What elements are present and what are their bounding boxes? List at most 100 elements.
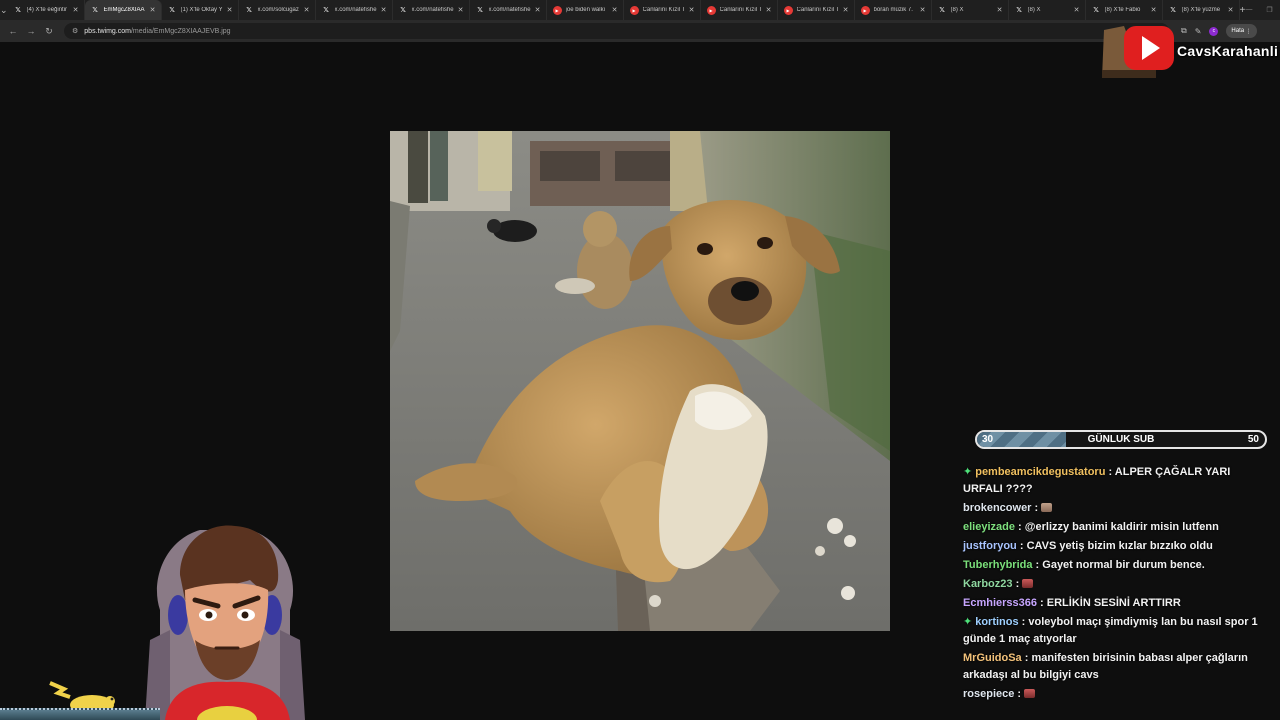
- browser-tab[interactable]: ▶ Canlarını Kızıl T ✕: [701, 0, 778, 20]
- tab-label: joe biden walki: [565, 7, 605, 13]
- chat-username[interactable]: Tuberhybrida: [963, 559, 1032, 571]
- browser-tab[interactable]: 𝕏 (8) X ✕: [932, 0, 1009, 20]
- address-bar[interactable]: ⚙ pbs.twimg.com/media/EmMgcZ8XIAAJEVB.jp…: [64, 23, 1169, 39]
- chat-username[interactable]: rosepiece: [963, 688, 1014, 700]
- chat-message: elieyizade : @erlizzy banimi kaldirir mi…: [963, 521, 1219, 533]
- address-host: pbs.twimg.com: [84, 27, 131, 35]
- reload-icon[interactable]: ↻: [40, 22, 58, 40]
- chat-username[interactable]: MrGuidoSa: [963, 652, 1022, 664]
- chat-username[interactable]: kortinos: [975, 616, 1018, 628]
- youtube-icon: ▶: [706, 5, 716, 15]
- x-icon: 𝕏: [92, 7, 98, 14]
- x-icon: 𝕏: [246, 7, 252, 14]
- tab-label: x.com/solcugaz: [257, 7, 299, 13]
- browser-tab[interactable]: 𝕏x.com/natefishe ✕: [316, 0, 393, 20]
- chat-message: ✦ kortinos : voleybol maçı şimdiymiş lan …: [963, 616, 1258, 645]
- site-info-icon[interactable]: ⚙: [72, 27, 78, 35]
- tab-close-icon[interactable]: ✕: [765, 6, 773, 14]
- tab-list: 𝕏 (4) X'te eeğintir ✕ 𝕏 EmMgcZ8XIAA ✕ 𝕏 (1) X't…: [8, 0, 1240, 20]
- back-arrow-icon[interactable]: ←: [4, 22, 22, 40]
- tab-close-icon[interactable]: ✕: [457, 6, 465, 14]
- x-icon: 𝕏: [323, 7, 329, 14]
- chat-emote-icon: [1022, 579, 1034, 588]
- browser-tab[interactable]: 𝕏 (8) X'te yüzme ✕: [1163, 0, 1240, 20]
- chat-text: CAVS yetiş bizim kızlar bızzıko oldu: [1026, 540, 1213, 552]
- browser-tab[interactable]: 𝕏 (8) X ✕: [1009, 0, 1086, 20]
- chat-text: @erlizzy banimi kaldirir misin lutfenn: [1024, 521, 1219, 533]
- tab-close-icon[interactable]: ✕: [842, 6, 850, 14]
- tab-label: boran müzik 7.: [873, 7, 913, 13]
- x-icon: 𝕏: [400, 7, 406, 14]
- chat-message: Ecmhierss366 : ERLİKİN SESİNİ ARTTIRR: [963, 597, 1181, 609]
- browser-tab[interactable]: 𝕏x.com/natefishe ✕: [470, 0, 547, 20]
- tab-strip: ⌄ 𝕏 (4) X'te eeğintir ✕ 𝕏 EmMgcZ8XIAA ✕ 𝕏 (1) X…: [0, 0, 1280, 20]
- youtube-icon: ▶: [860, 5, 870, 15]
- tab-close-icon[interactable]: ✕: [380, 6, 388, 14]
- chat-overlay: ✦ pembeamcikdegustatoru : ALPER ÇAĞALR YA…: [963, 464, 1263, 705]
- tab-label: Canlarını Kızıl T: [719, 7, 763, 13]
- tab-close-icon[interactable]: ✕: [534, 6, 542, 14]
- browser-tab[interactable]: ▶ boran müzik 7. ✕: [855, 0, 932, 20]
- chat-username[interactable]: Karboz23: [963, 578, 1013, 590]
- x-icon: 𝕏: [477, 7, 483, 14]
- tab-close-icon[interactable]: ✕: [226, 6, 234, 14]
- chat-username[interactable]: brokencower: [963, 502, 1031, 514]
- chat-username[interactable]: elieyizade: [963, 521, 1015, 533]
- tab-label: Canlarını Kızıl T: [796, 7, 840, 13]
- tab-label: (4) X'te eeğintir: [26, 7, 68, 13]
- chat-username[interactable]: pembeamcikdegustatoru: [975, 466, 1105, 478]
- tab-close-icon[interactable]: ✕: [303, 6, 311, 14]
- chat-username[interactable]: justforyou: [963, 540, 1017, 552]
- chat-message: rosepiece :: [963, 686, 1263, 703]
- chat-username[interactable]: Ecmhierss366: [963, 597, 1037, 609]
- tab-close-icon[interactable]: ✕: [919, 6, 927, 14]
- tab-label: Canlarını Kızıl T: [642, 7, 686, 13]
- tab-close-icon[interactable]: ✕: [996, 6, 1004, 14]
- daily-sub-goal-bar: GÜNLUK SUB 30 50: [975, 430, 1267, 449]
- x-icon: 𝕏: [1016, 7, 1022, 14]
- tab-label: EmMgcZ8XIAA: [103, 7, 145, 13]
- chat-emote-icon: [1041, 503, 1053, 512]
- tab-label: (1) X'te Oktay Y: [180, 7, 223, 13]
- goal-title: GÜNLUK SUB: [1087, 434, 1155, 445]
- browser-tab[interactable]: 𝕏x.com/solcugaz ✕: [239, 0, 316, 20]
- screen: ⌄ 𝕏 (4) X'te eeğintir ✕ 𝕏 EmMgcZ8XIAA ✕ 𝕏 (1) X…: [0, 0, 1280, 720]
- chat-text: ERLİKİN SESİNİ ARTTIRR: [1046, 597, 1181, 609]
- browser-tab[interactable]: 𝕏 EmMgcZ8XIAA ✕: [84, 0, 162, 20]
- tab-label: (8) X'te yüzme: [1181, 7, 1221, 13]
- subscriber-badge-icon: ✦: [963, 466, 973, 478]
- browser-tab[interactable]: 𝕏 (4) X'te eeğintir ✕: [8, 0, 85, 20]
- chat-message: ✦ pembeamcikdegustatoru : ALPER ÇAĞALR YA…: [963, 466, 1231, 495]
- browser-tab[interactable]: ▶ Canlarını Kızıl T ✕: [778, 0, 855, 20]
- browser-tab[interactable]: ▶ Canlarını Kızıl T ✕: [624, 0, 701, 20]
- x-icon: 𝕏: [1093, 7, 1099, 14]
- browser-tab[interactable]: 𝕏x.com/natefishe ✕: [393, 0, 470, 20]
- tab-close-icon[interactable]: ✕: [1073, 6, 1081, 14]
- restore-icon[interactable]: ❐: [1266, 6, 1272, 14]
- tab-search-icon[interactable]: ⌄: [0, 0, 8, 20]
- tab-label: x.com/natefishe: [334, 7, 377, 13]
- browser-tab[interactable]: 𝕏 (1) X'te Oktay Y ✕: [162, 0, 239, 20]
- browser-tab[interactable]: 𝕏 (8) X'te Fabio ✕: [1086, 0, 1163, 20]
- x-icon: 𝕏: [169, 7, 175, 14]
- goal-target: 50: [1247, 434, 1259, 445]
- browser-toolbar: ← → ↻ ⚙ pbs.twimg.com/media/EmMgcZ8XIAAJ…: [0, 20, 1280, 42]
- tab-label: x.com/natefishe: [411, 7, 454, 13]
- water-decoration: [0, 708, 160, 720]
- x-icon: 𝕏: [1170, 7, 1176, 14]
- x-icon: 𝕏: [939, 7, 945, 14]
- tab-close-icon[interactable]: ✕: [611, 6, 619, 14]
- tab-close-icon[interactable]: ✕: [1150, 6, 1158, 14]
- tab-close-icon[interactable]: ✕: [688, 6, 696, 14]
- tab-close-icon[interactable]: ✕: [149, 6, 157, 14]
- chat-emote-icon: [1024, 689, 1036, 698]
- goal-current: 30: [982, 434, 994, 445]
- channel-name: CavsKarahanli: [1177, 43, 1279, 59]
- forward-arrow-icon[interactable]: →: [22, 22, 40, 40]
- window-controls: — ❐ ✕: [1245, 6, 1280, 14]
- tab-close-icon[interactable]: ✕: [1227, 6, 1235, 14]
- minimize-icon[interactable]: —: [1245, 6, 1252, 14]
- chat-message: MrGuidoSa : manifesten birisinin babası …: [963, 652, 1248, 681]
- tab-close-icon[interactable]: ✕: [72, 6, 80, 14]
- browser-tab[interactable]: ▶ joe biden walki ✕: [547, 0, 624, 20]
